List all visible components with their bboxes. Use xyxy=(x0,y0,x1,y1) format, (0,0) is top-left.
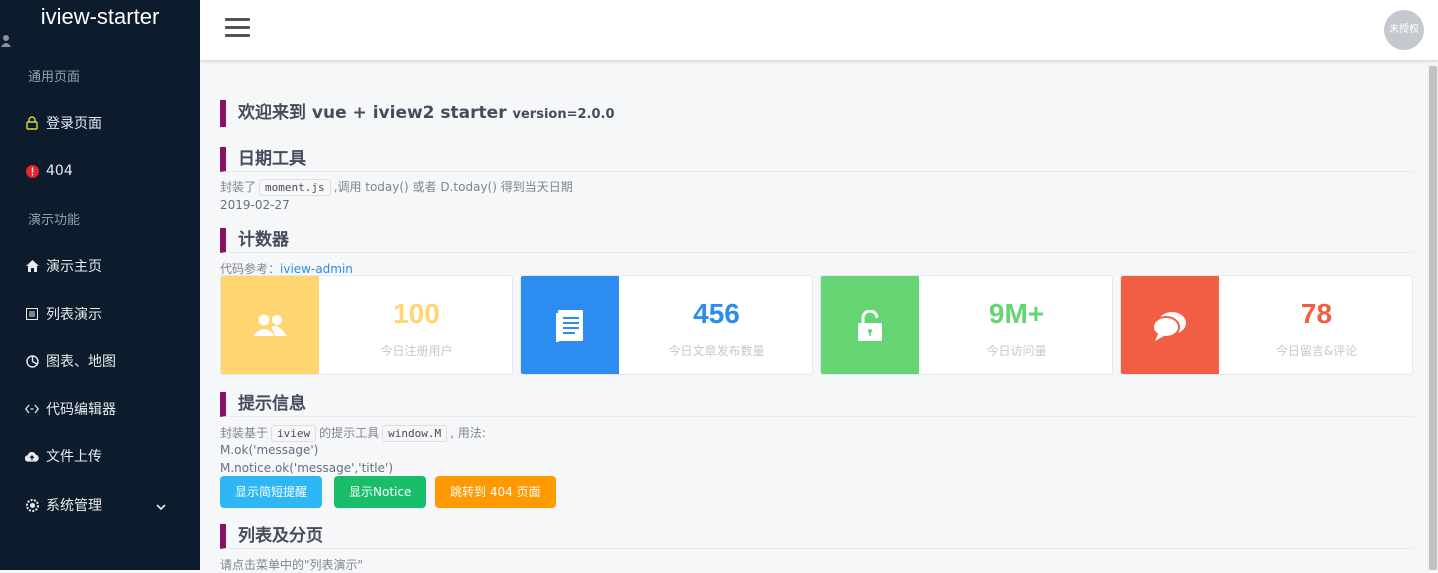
sidebar-item-label: 文件上传 xyxy=(46,449,102,465)
gear-icon xyxy=(25,498,39,512)
home-icon xyxy=(25,259,39,273)
sidebar-item-label: 404 xyxy=(46,163,73,179)
stat-card-users: 100 今日注册用户 xyxy=(220,275,513,375)
stat-label: 今日访问量 xyxy=(986,344,1047,358)
document-icon xyxy=(521,276,619,374)
unlock-icon xyxy=(821,276,919,374)
menu-toggle-icon[interactable] xyxy=(225,18,250,38)
sidebar-item-label: 演示主页 xyxy=(46,259,102,275)
desc-text: 封装了 xyxy=(220,180,257,194)
stat-label: 今日留言&评论 xyxy=(1275,344,1358,358)
sidebar-item-charts-maps[interactable]: 图表、地图 xyxy=(0,341,200,381)
current-date: 2019-02-27 xyxy=(220,198,290,212)
sidebar-item-code-editor[interactable]: 代码编辑器 xyxy=(0,389,200,429)
usage-line-2: M.notice.ok('message','title') xyxy=(220,461,394,475)
section-title-list: 列表及分页 xyxy=(220,524,1414,549)
chevron-down-icon[interactable] xyxy=(156,499,166,515)
stat-label: 今日文章发布数量 xyxy=(668,344,765,358)
top-header: 未授权 xyxy=(200,0,1438,60)
section-title-counter: 计数器 xyxy=(220,228,1414,253)
sidebar-item-label: 系统管理 xyxy=(46,498,102,514)
stat-card-comments: 78 今日留言&评论 xyxy=(1120,275,1413,375)
iview-admin-link[interactable]: iview-admin xyxy=(280,262,353,276)
brand-title: iview-starter xyxy=(40,4,160,29)
stat-card-visits: 9M+ 今日访问量 xyxy=(820,275,1113,375)
code-iview: iview xyxy=(271,425,317,442)
date-description: 封装了 moment.js ,调用 today() 或者 D.today() 得到当… xyxy=(220,178,573,196)
list-icon xyxy=(25,307,39,321)
chat-icon xyxy=(1121,276,1219,374)
stat-value: 78 xyxy=(1300,298,1333,329)
lock-icon xyxy=(25,116,39,130)
page-title: 欢迎来到 vue + iview2 starter version=2.0.0 xyxy=(220,100,1414,127)
tips-description: 封装基于 iview 的提示工具 window.M, 用法: xyxy=(220,424,486,442)
sidebar-item-label: 列表演示 xyxy=(46,307,102,323)
desc-text: 的提示工具 xyxy=(319,426,380,440)
stat-value: 100 xyxy=(393,298,440,329)
alert-icon xyxy=(25,164,39,178)
sidebar-item-404[interactable]: 404 xyxy=(0,151,200,191)
section-title-tips: 提示信息 xyxy=(220,392,1414,417)
sidebar-item-label: 代码编辑器 xyxy=(46,402,116,418)
sidebar-item-system-admin[interactable]: 系统管理 xyxy=(0,485,200,525)
main-content: 欢迎来到 vue + iview2 starter version=2.0.0 … xyxy=(220,62,1416,572)
page-title-text: 欢迎来到 vue + iview2 starter xyxy=(238,103,507,123)
cloud-upload-icon xyxy=(25,449,39,463)
stat-label: 今日注册用户 xyxy=(380,344,453,358)
sidebar-item-label: 登录页面 xyxy=(46,116,102,132)
version-label: version=2.0.0 xyxy=(512,107,615,122)
sidebar-group-common: 通用页面 xyxy=(28,70,81,85)
sidebar-item-login[interactable]: 登录页面 xyxy=(0,103,200,143)
code-icon xyxy=(25,402,39,416)
code-window-m: window.M xyxy=(382,425,448,442)
usage-line-1: M.ok('message') xyxy=(220,443,319,457)
show-notice-button[interactable]: 显示Notice xyxy=(334,476,427,508)
avatar[interactable]: 未授权 xyxy=(1384,10,1424,50)
show-short-tip-button[interactable]: 显示简短提醒 xyxy=(220,476,323,508)
user-icon xyxy=(1,35,11,47)
stat-value: 9M+ xyxy=(988,298,1045,329)
desc-text: , 用法: xyxy=(450,426,486,440)
users-icon xyxy=(221,276,319,374)
sidebar-group-demo: 演示功能 xyxy=(28,213,81,228)
desc-text: ,调用 today() 或者 D.today() 得到当天日期 xyxy=(333,180,573,194)
desc-text: 封装基于 xyxy=(220,426,269,440)
desc-text: 代码参考： xyxy=(220,262,281,276)
sidebar-item-label: 图表、地图 xyxy=(46,354,116,370)
sidebar-item-file-upload[interactable]: 文件上传 xyxy=(0,436,200,476)
scrollbar-thumb[interactable] xyxy=(1429,66,1437,570)
stat-card-articles: 456 今日文章发布数量 xyxy=(520,275,813,375)
stat-value: 456 xyxy=(693,298,740,329)
list-description: 请点击菜单中的"列表演示" xyxy=(220,558,364,572)
pie-chart-icon xyxy=(25,354,39,368)
code-moment: moment.js xyxy=(259,179,331,196)
section-title-date: 日期工具 xyxy=(220,147,1414,172)
goto-404-button[interactable]: 跳转到 404 页面 xyxy=(435,476,556,508)
sidebar-item-demo-home[interactable]: 演示主页 xyxy=(0,246,200,286)
sidebar: iview-starter 通用页面 登录页面 404 演示功能 演示主页 列表… xyxy=(0,0,200,570)
sidebar-item-list-demo[interactable]: 列表演示 xyxy=(0,294,200,334)
